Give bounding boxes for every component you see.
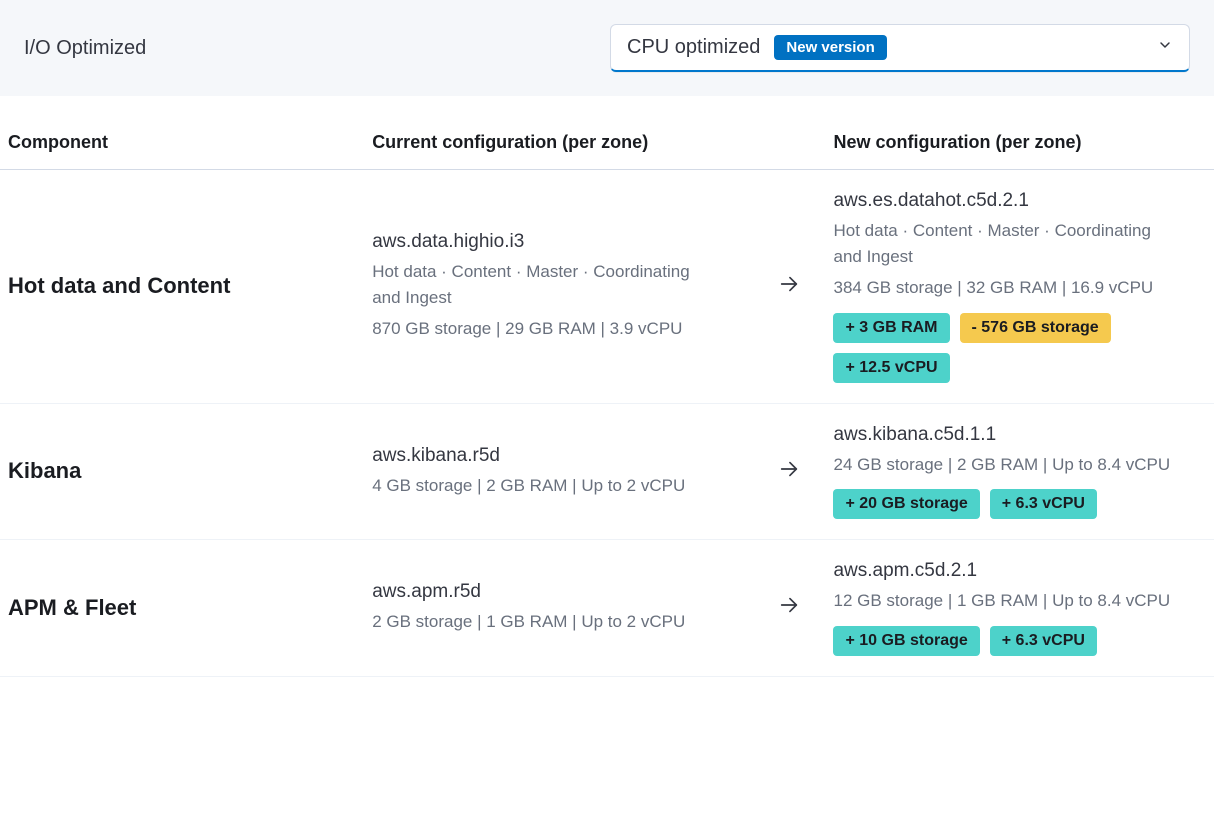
profile-title: I/O Optimized xyxy=(24,37,146,60)
chevron-down-icon xyxy=(1157,37,1173,58)
stats-line: 4 GB storage | 2 GB RAM | Up to 2 vCPU xyxy=(372,473,712,499)
new-config: aws.apm.c5d.2.1 12 GB storage | 1 GB RAM … xyxy=(833,560,1206,656)
component-name: Kibana xyxy=(8,458,356,484)
delta-badge: + 6.3 vCPU xyxy=(990,626,1097,656)
delta-badges: + 10 GB storage + 6.3 vCPU xyxy=(833,626,1206,656)
new-version-badge: New version xyxy=(774,35,886,60)
arrow-right-icon xyxy=(753,403,826,540)
current-config: aws.apm.r5d 2 GB storage | 1 GB RAM | Up … xyxy=(372,581,744,635)
new-config: aws.es.datahot.c5d.2.1 Hot data · Content… xyxy=(833,190,1206,383)
roles-line: Hot data · Content · Master · Coordinati… xyxy=(833,218,1173,269)
instance-type: aws.apm.c5d.2.1 xyxy=(833,560,1206,582)
column-header-current: Current configuration (per zone) xyxy=(364,124,752,170)
table-row: APM & Fleet aws.apm.r5d 2 GB storage | 1 G… xyxy=(0,540,1214,677)
config-comparison-table: Component Current configuration (per zon… xyxy=(0,124,1214,677)
delta-badge: + 6.3 vCPU xyxy=(990,489,1097,519)
component-name: APM & Fleet xyxy=(8,595,356,621)
table-row: Hot data and Content aws.data.highio.i3 Ho… xyxy=(0,170,1214,404)
stats-line: 2 GB storage | 1 GB RAM | Up to 2 vCPU xyxy=(372,609,712,635)
delta-badge: + 10 GB storage xyxy=(833,626,979,656)
profile-select[interactable]: CPU optimized New version xyxy=(610,24,1190,72)
delta-badges: + 3 GB RAM - 576 GB storage + 12.5 vCPU xyxy=(833,313,1206,383)
component-name: Hot data and Content xyxy=(8,273,356,299)
current-config: aws.kibana.r5d 4 GB storage | 2 GB RAM | … xyxy=(372,445,744,499)
delta-badges: + 20 GB storage + 6.3 vCPU xyxy=(833,489,1206,519)
delta-badge: + 3 GB RAM xyxy=(833,313,949,343)
delta-badge: - 576 GB storage xyxy=(960,313,1111,343)
delta-badge: + 12.5 vCPU xyxy=(833,353,949,383)
profile-select-label: CPU optimized xyxy=(627,36,760,59)
instance-type: aws.kibana.c5d.1.1 xyxy=(833,424,1206,446)
arrow-right-icon xyxy=(753,170,826,404)
column-header-new: New configuration (per zone) xyxy=(825,124,1214,170)
new-config: aws.kibana.c5d.1.1 24 GB storage | 2 GB R… xyxy=(833,424,1206,520)
instance-type: aws.kibana.r5d xyxy=(372,445,744,467)
stats-line: 384 GB storage | 32 GB RAM | 16.9 vCPU xyxy=(833,275,1173,301)
column-header-component: Component xyxy=(0,124,364,170)
arrow-right-icon xyxy=(753,540,826,677)
stats-line: 12 GB storage | 1 GB RAM | Up to 8.4 vCP… xyxy=(833,588,1173,614)
delta-badge: + 20 GB storage xyxy=(833,489,979,519)
stats-line: 24 GB storage | 2 GB RAM | Up to 8.4 vCP… xyxy=(833,452,1173,478)
instance-type: aws.es.datahot.c5d.2.1 xyxy=(833,190,1206,212)
table-row: Kibana aws.kibana.r5d 4 GB storage | 2 GB … xyxy=(0,403,1214,540)
roles-line: Hot data · Content · Master · Coordinati… xyxy=(372,259,712,310)
instance-type: aws.data.highio.i3 xyxy=(372,231,744,253)
stats-line: 870 GB storage | 29 GB RAM | 3.9 vCPU xyxy=(372,316,712,342)
current-config: aws.data.highio.i3 Hot data · Content · M… xyxy=(372,231,744,342)
instance-type: aws.apm.r5d xyxy=(372,581,744,603)
header-bar: I/O Optimized CPU optimized New version xyxy=(0,0,1214,96)
